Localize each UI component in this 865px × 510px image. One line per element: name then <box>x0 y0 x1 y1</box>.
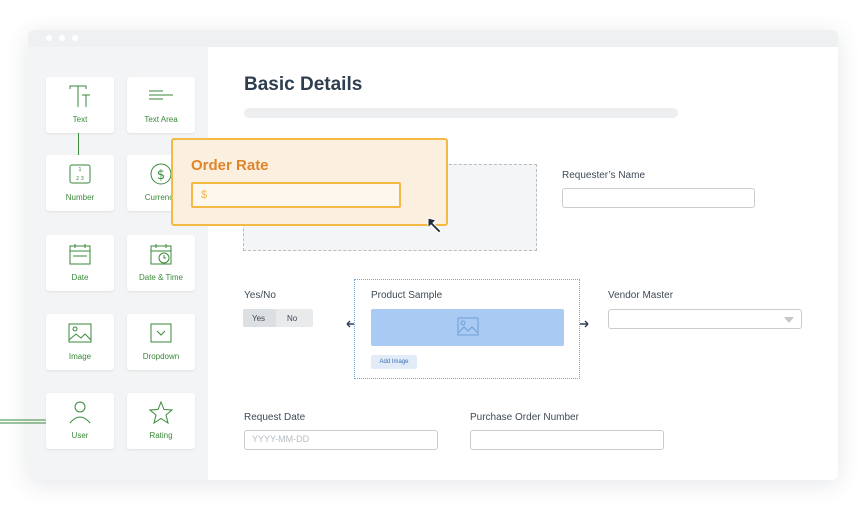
image-icon <box>457 317 479 336</box>
drag-connector <box>0 419 46 424</box>
product-sample-field[interactable]: Product Sample Add Image <box>354 279 580 379</box>
vendor-master-label: Vendor Master <box>608 290 674 301</box>
dropdown-icon <box>150 323 172 343</box>
user-icon <box>69 401 91 424</box>
connector-line <box>78 133 79 155</box>
placeholder-bar <box>244 108 678 118</box>
sidebar-item-text-area[interactable]: Text Area <box>127 77 195 133</box>
order-rate-title: Order Rate <box>191 157 269 174</box>
form-canvas: Basic Details Requester’s Name Yes/No Ye… <box>208 47 838 480</box>
sidebar-item-label: Image <box>68 352 92 361</box>
sidebar-item-label: Number <box>65 193 95 202</box>
app-window: Text Text Area 1 2 3 Number $ Currency D… <box>28 30 838 480</box>
page-title: Basic Details <box>244 74 363 95</box>
sidebar-item-label: Text Area <box>144 115 178 124</box>
chevron-down-icon <box>784 317 794 323</box>
svg-text:$: $ <box>157 168 165 183</box>
add-image-button[interactable]: Add Image <box>371 355 417 369</box>
window-dot <box>59 35 65 41</box>
sidebar-item-label: Dropdown <box>142 352 180 361</box>
window-dot <box>46 35 52 41</box>
request-date-label: Request Date <box>244 412 306 423</box>
product-sample-label: Product Sample <box>371 290 443 301</box>
sidebar-item-image[interactable]: Image <box>46 314 114 370</box>
svg-text:1: 1 <box>78 167 81 173</box>
requester-name-label: Requester’s Name <box>562 170 646 181</box>
po-number-label: Purchase Order Number <box>470 412 579 423</box>
order-rate-drag-card[interactable]: Order Rate $ <box>171 138 448 226</box>
yes-no-label: Yes/No <box>244 290 276 301</box>
sidebar-item-number[interactable]: 1 2 3 Number <box>46 155 114 211</box>
po-number-input[interactable] <box>470 430 664 450</box>
text-icon <box>69 85 90 107</box>
svg-text:2 3: 2 3 <box>76 176 84 182</box>
vendor-master-select[interactable] <box>608 309 802 329</box>
sidebar-item-label: User <box>71 431 89 440</box>
yes-option[interactable]: Yes <box>252 314 265 323</box>
cursor-icon <box>427 217 442 234</box>
sidebar-item-label: Rating <box>149 431 173 440</box>
no-option[interactable]: No <box>287 314 297 323</box>
field-palette: Text Text Area 1 2 3 Number $ Currency D… <box>28 47 208 480</box>
currency-symbol: $ <box>201 189 208 201</box>
sidebar-item-date[interactable]: Date <box>46 235 114 291</box>
image-preview <box>371 309 564 346</box>
currency-icon: $ <box>150 163 172 185</box>
calendar-icon <box>69 244 91 265</box>
number-icon: 1 2 3 <box>69 164 91 184</box>
sidebar-item-date-time[interactable]: Date & Time <box>127 235 195 291</box>
sidebar-item-label: Date <box>71 273 89 282</box>
sidebar-item-label: Text <box>72 115 88 124</box>
sidebar-item-text[interactable]: Text <box>46 77 114 133</box>
sidebar-item-dropdown[interactable]: Dropdown <box>127 314 195 370</box>
request-date-input[interactable]: YYYY-MM-DD <box>244 430 438 450</box>
image-icon <box>68 323 92 343</box>
requester-name-input[interactable] <box>562 188 755 208</box>
title-bar <box>28 30 838 47</box>
window-dot <box>72 35 78 41</box>
sidebar-item-user[interactable]: User <box>46 393 114 449</box>
star-icon <box>149 401 173 425</box>
text-area-icon <box>149 90 173 100</box>
yes-no-toggle[interactable]: Yes No <box>243 309 313 327</box>
calendar-clock-icon <box>150 244 172 265</box>
sidebar-item-rating[interactable]: Rating <box>127 393 195 449</box>
order-rate-input[interactable]: $ <box>191 182 401 208</box>
sidebar-item-label: Date & Time <box>138 273 183 282</box>
